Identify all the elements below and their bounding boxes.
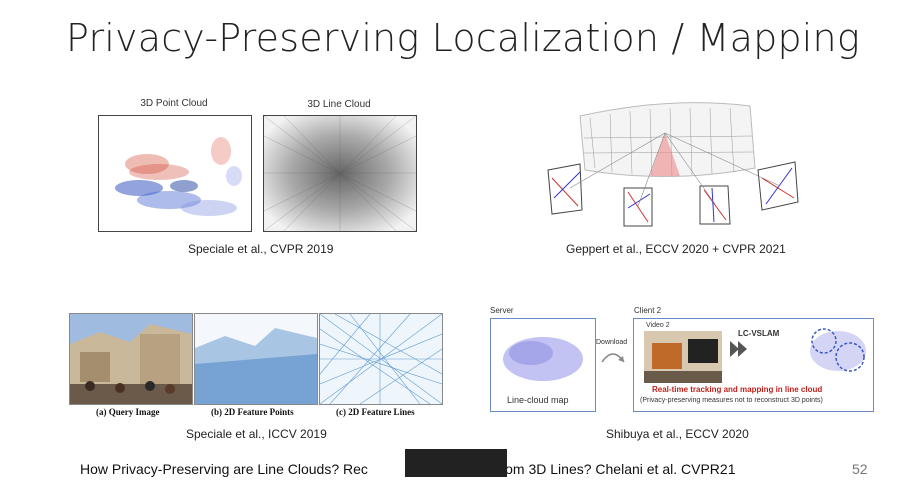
- download-label: Download: [596, 339, 628, 346]
- label-3d-point-cloud: 3D Point Cloud: [140, 98, 208, 109]
- footer-redaction-box: [405, 449, 507, 477]
- slam-map-graphic: [810, 328, 866, 372]
- line-cloud-map-box: Line-cloud map: [490, 318, 596, 412]
- slide-title: Privacy-Preserving Localization / Mappin…: [66, 16, 860, 60]
- footer-text-left: How Privacy-Preserving are Line Clouds? …: [80, 461, 368, 477]
- privacy-label: (Privacy-preserving measures not to reco…: [640, 397, 823, 404]
- point-cloud-image: [98, 115, 252, 232]
- subcaption-feature-lines: (c) 2D Feature Lines: [336, 407, 415, 417]
- caption-geppert: Geppert et al., ECCV 2020 + CVPR 2021: [566, 242, 786, 256]
- feature-points-image: [194, 313, 318, 405]
- lc-vslam-label: LC-VSLAM: [738, 329, 780, 338]
- client-box: Video 2 LC-VSLAM Real-time tracking and …: [633, 318, 874, 412]
- page-number: 52: [852, 461, 868, 477]
- geppert-graphic: [547, 102, 799, 227]
- subcaption-query-image: (a) Query Image: [96, 407, 160, 417]
- video-frame-graphic: [644, 331, 722, 383]
- query-image-graphic: [70, 314, 192, 404]
- line-cloud-map-label: Line-cloud map: [507, 395, 569, 405]
- caption-speciale-cvpr: Speciale et al., CVPR 2019: [188, 242, 334, 256]
- video-label: Video 2: [646, 322, 670, 329]
- realtime-label: Real-time tracking and mapping in line c…: [652, 385, 823, 394]
- feature-lines-graphic: [320, 314, 442, 404]
- label-3d-line-cloud: 3D Line Cloud: [307, 99, 371, 110]
- subcaption-feature-points: (b) 2D Feature Points: [211, 407, 294, 417]
- forward-arrow-icon: [730, 341, 747, 357]
- caption-speciale-iccv: Speciale et al., ICCV 2019: [186, 427, 327, 441]
- server-label: Server: [490, 306, 514, 315]
- query-image: [69, 313, 193, 405]
- caption-shibuya: Shibuya et al., ECCV 2020: [606, 427, 749, 441]
- client-label: Client 2: [634, 306, 662, 315]
- download-arrow-icon: [601, 353, 625, 363]
- line-cloud-graphic: [264, 116, 416, 231]
- line-cloud-image: [263, 115, 417, 232]
- point-cloud-graphic: [115, 137, 242, 216]
- geppert-figure: [540, 98, 810, 233]
- feature-lines-image: [319, 313, 443, 405]
- feature-points-graphic: [195, 314, 317, 404]
